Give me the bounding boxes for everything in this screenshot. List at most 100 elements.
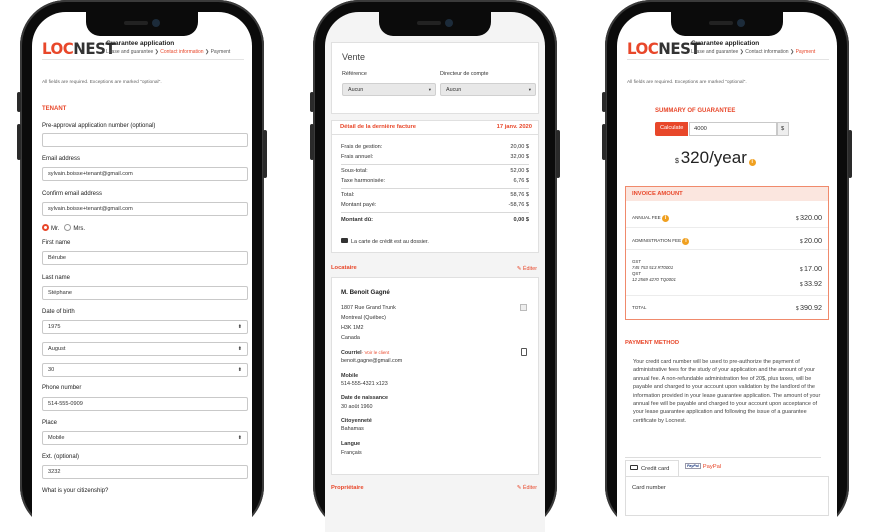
select-arrow-icon: ▾ — [528, 87, 531, 92]
locnest-logo[interactable]: LOCNEST — [627, 40, 701, 59]
app-header: LOCNEST Guarantee application Lease and … — [627, 38, 829, 60]
notch — [671, 12, 783, 36]
ext-input[interactable]: 3232 — [42, 465, 248, 479]
payment-method-title: PAYMENT METHOD — [625, 340, 680, 346]
birth-value: 30 août 1960 — [341, 404, 373, 410]
crumb-lease[interactable]: Lease and guarantee — [106, 49, 153, 55]
crumb-contact[interactable]: Contact information — [745, 49, 788, 55]
confirm-email-input[interactable]: sylvain.boisse+tenant@gmail.com — [42, 202, 248, 216]
phone-frame-middle: Vente Référence Directeur de compte Aucu… — [310, 0, 560, 532]
preapproval-label: Pre-approval application number (optiona… — [42, 123, 156, 129]
admin-fee-value: $ 20.00 — [799, 236, 822, 245]
tenant-edit-link[interactable]: ✎ Éditer — [517, 266, 537, 272]
citizenship-value: Bahamas — [341, 426, 364, 432]
director-select[interactable]: Aucun ▾ — [440, 83, 536, 96]
first-name-label: First name — [42, 240, 71, 246]
row-paid: Montant payé: -58,76 $ — [341, 202, 529, 208]
screen-tenant-form: LOCNEST Guarantee application Lease and … — [32, 12, 252, 532]
ext-label: Ext. (optional) — [42, 454, 80, 460]
preapproval-input[interactable] — [42, 133, 248, 147]
sales-card: Vente Référence Directeur de compte Aucu… — [331, 42, 539, 114]
info-icon[interactable]: i — [682, 238, 690, 245]
breadcrumb: Lease and guarantee ❯ Contact informatio… — [106, 49, 231, 55]
email-link[interactable]: benoit.gagne@gmail.com — [341, 358, 402, 364]
tax-block: GST 745 753 513 RT0001 QST 12 2569 4270 … — [632, 259, 676, 282]
email-label: Email address — [42, 156, 81, 162]
invoice-date: 17 janv. 2020 — [496, 124, 532, 130]
language-label: Langue — [341, 441, 361, 447]
title-radio-group: Mr. Mrs. — [42, 224, 85, 232]
radio-mrs[interactable]: Mrs. — [64, 224, 85, 232]
phone-input[interactable]: 514-555-0909 — [42, 397, 248, 411]
notch — [86, 12, 198, 36]
section-tenant: TENANT — [42, 106, 67, 112]
annual-price: $ 320/year i — [675, 148, 756, 168]
mobile-label: Mobile — [341, 373, 359, 379]
dob-year-select[interactable]: 1975 ⬍ — [42, 320, 248, 334]
dob-label: Date of birth — [42, 309, 75, 315]
app-header: LOCNEST Guarantee application Lease and … — [42, 38, 244, 60]
dob-day-select[interactable]: 30 ⬍ — [42, 363, 248, 377]
mobile-value: 514-555-4321 x123 — [341, 381, 388, 387]
crumb-payment[interactable]: Payment — [211, 49, 231, 55]
dob-month-select[interactable]: August ⬍ — [42, 342, 248, 356]
paypal-icon: PayPal — [685, 463, 701, 469]
row-management-fee: Frais de gestion: 20,00 $ — [341, 144, 529, 150]
tab-paypal[interactable]: PayPal PayPal — [685, 463, 721, 470]
copy-icon[interactable] — [521, 348, 527, 356]
info-icon[interactable]: i — [748, 159, 756, 166]
tenant-name: M. Benoit Gagné — [341, 289, 390, 296]
email-input[interactable]: sylvain.boisse+tenant@gmail.com — [42, 167, 248, 181]
citizenship-label: Citoyenneté — [341, 418, 372, 424]
address-line-4: Canada — [341, 335, 360, 341]
tab-credit-card[interactable]: Credit card — [625, 460, 679, 476]
invoice-title: Détail de la dernière facture — [340, 124, 417, 130]
first-name-input[interactable]: Bérube — [42, 251, 248, 265]
crumb-payment[interactable]: Payment — [796, 49, 816, 55]
select-arrow-icon: ⬍ — [237, 324, 242, 330]
summary-title: SUMMARY OF GUARANTEE — [655, 108, 736, 114]
invoice-box: INVOICE AMOUNT ANNUAL FEE i $ 320.00 ADM… — [625, 186, 829, 320]
director-label: Directeur de compte — [440, 71, 489, 77]
crumb-lease[interactable]: Lease and guarantee — [691, 49, 738, 55]
crumb-contact[interactable]: Contact information — [160, 49, 203, 55]
screen-client-file: Vente Référence Directeur de compte Aucu… — [325, 12, 545, 532]
reference-select[interactable]: Aucun ▾ — [342, 83, 436, 96]
invoice-title: INVOICE AMOUNT — [632, 191, 683, 197]
required-note: All fields are required. Exceptions are … — [42, 80, 162, 85]
place-label: Place — [42, 420, 58, 426]
total-value: $ 390.92 — [795, 303, 822, 312]
rent-amount-input[interactable]: 4000 — [689, 122, 777, 136]
credit-card-icon — [341, 238, 348, 243]
last-name-input[interactable]: Stéphane — [42, 286, 248, 300]
row-tax: Taxe harmonisée: 6,76 $ — [341, 178, 529, 184]
copy-address-icon[interactable] — [520, 304, 527, 311]
select-arrow-icon: ⬍ — [237, 367, 242, 373]
view-client-link[interactable]: - Voir le client — [362, 350, 390, 355]
credit-card-icon — [630, 465, 638, 470]
gst-value: $ 17.00 — [799, 264, 822, 273]
info-icon[interactable]: i — [661, 215, 669, 222]
row-subtotal: Sous-total: 52,00 $ — [341, 168, 529, 174]
select-arrow-icon: ▾ — [428, 87, 431, 92]
reference-label: Référence — [342, 71, 367, 77]
required-note: All fields are required. Exceptions are … — [627, 80, 747, 85]
qst-value: $ 33.92 — [799, 279, 822, 288]
place-select[interactable]: Mobile ⬍ — [42, 431, 248, 445]
owner-edit-link[interactable]: ✎ Éditer — [517, 485, 537, 491]
tenant-section-title: Locataire — [331, 265, 357, 271]
phone-frame-right: LOCNEST Guarantee application Lease and … — [602, 0, 852, 532]
last-name-label: Last name — [42, 275, 71, 281]
radio-mr[interactable]: Mr. — [42, 224, 59, 232]
locnest-logo[interactable]: LOCNEST — [42, 40, 116, 59]
payment-description: Your credit card number will be used to … — [633, 359, 821, 424]
owner-section-title: Propriétaire — [331, 485, 364, 491]
address-line-3: H3K 1M2 — [341, 325, 364, 331]
screen-payment: LOCNEST Guarantee application Lease and … — [617, 12, 837, 532]
currency-addon: $ — [777, 122, 789, 136]
page-title: Guarantee application — [691, 40, 760, 47]
confirm-email-label: Confirm email address — [42, 191, 103, 197]
breadcrumb: Lease and guarantee ❯ Contact informatio… — [691, 49, 816, 55]
phone-frame-left: LOCNEST Guarantee application Lease and … — [17, 0, 267, 532]
calculate-button[interactable]: Calculate — [655, 122, 689, 136]
